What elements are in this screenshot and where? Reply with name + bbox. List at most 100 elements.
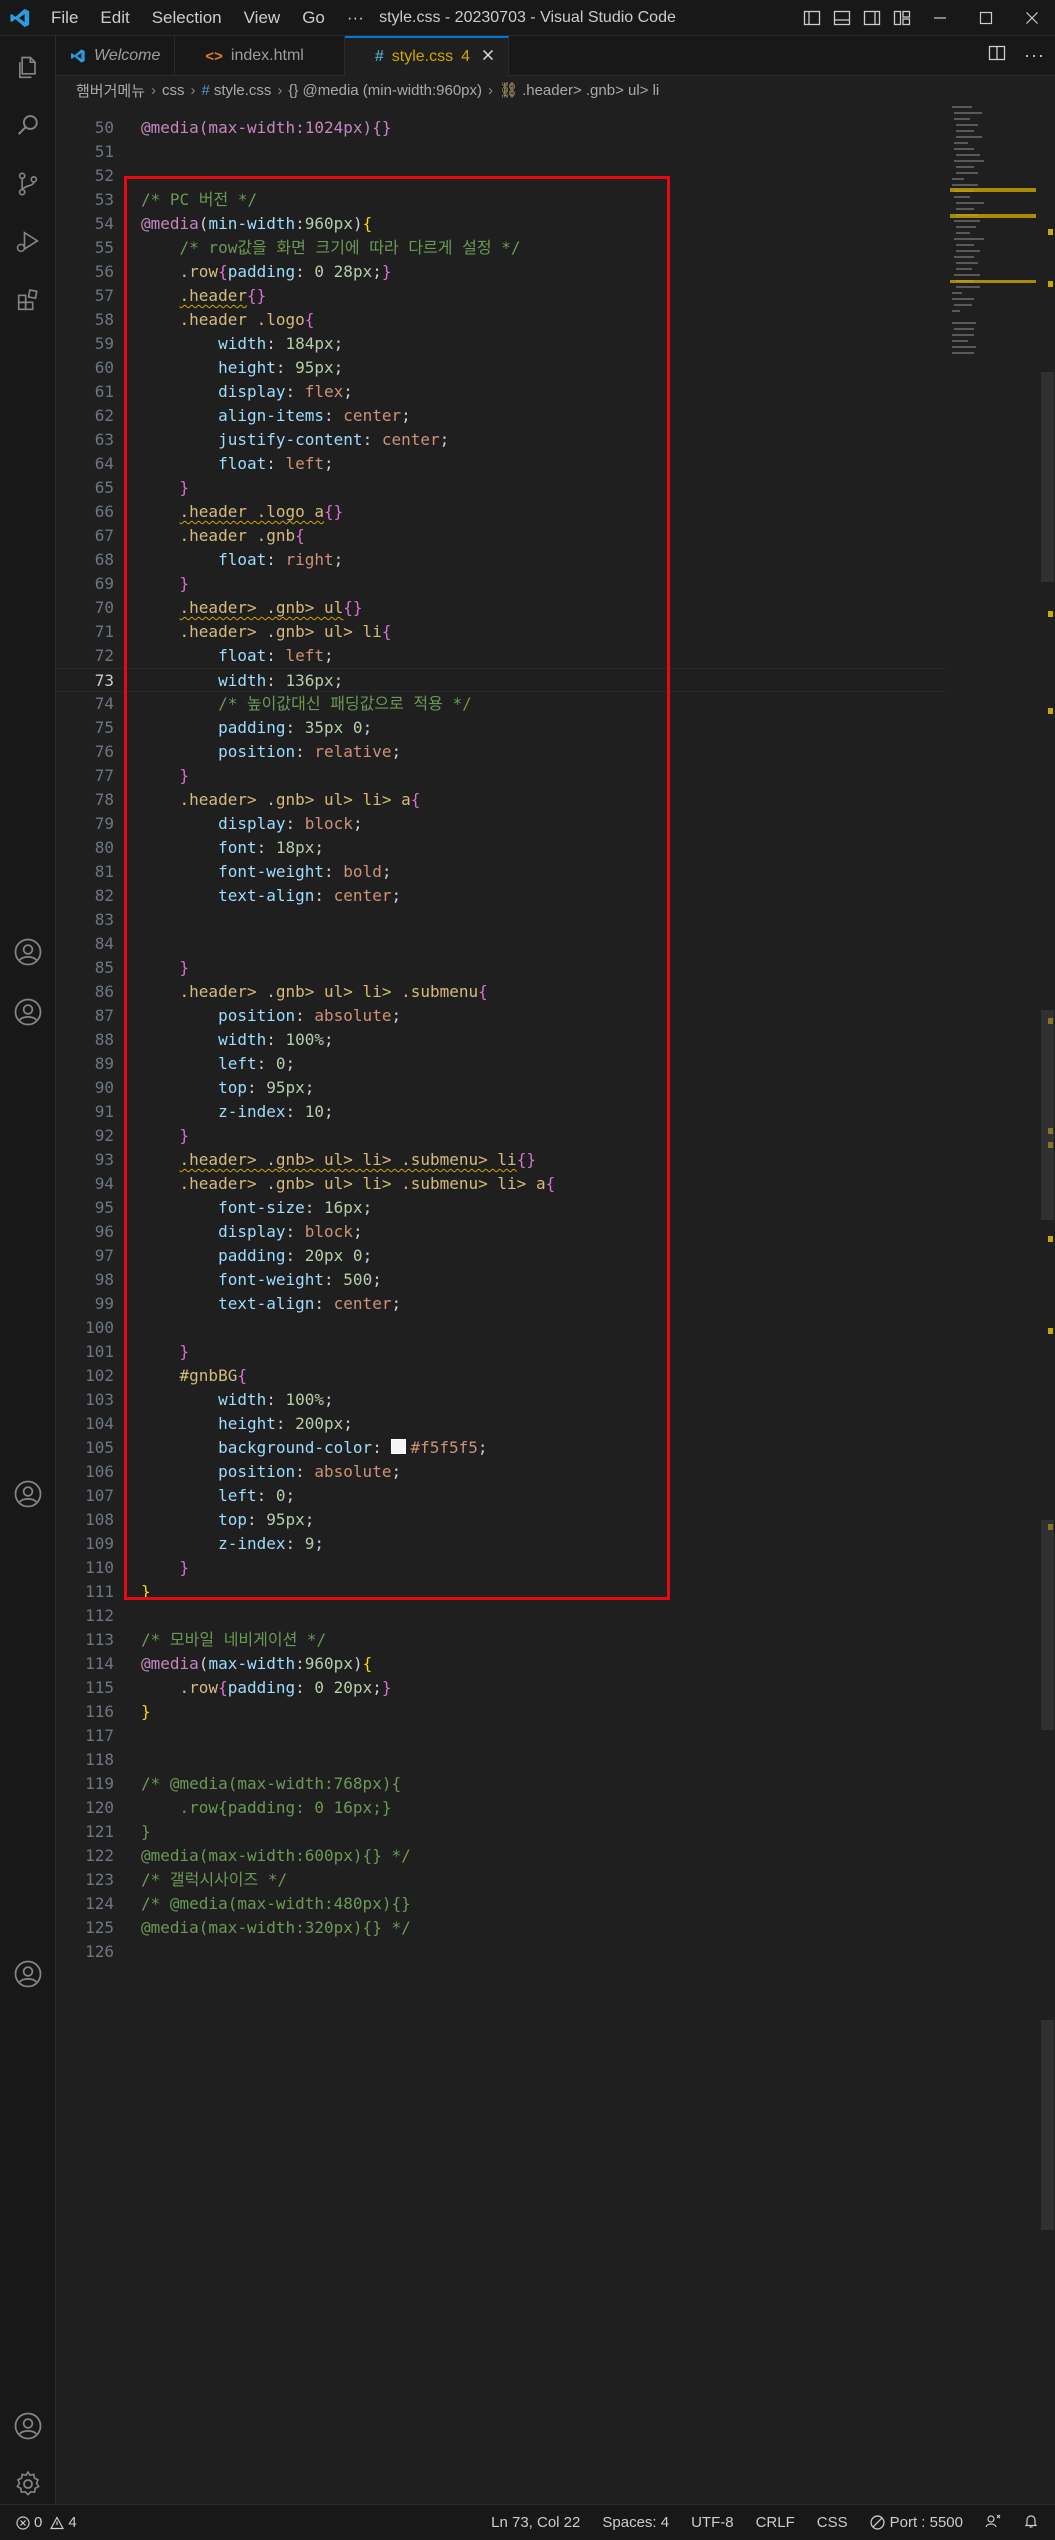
no-entry-icon xyxy=(870,2515,885,2530)
code-editor[interactable]: @media(max-width:1024px){} 50 51 52 53 /*… xyxy=(56,104,1055,2504)
code-line: 111} xyxy=(56,1580,946,1604)
warning-icon xyxy=(50,2515,65,2529)
chevron-right-icon: › xyxy=(488,81,494,99)
customize-layout-icon[interactable] xyxy=(887,0,917,36)
line-number: 73 xyxy=(94,671,114,690)
run-debug-icon[interactable] xyxy=(0,214,56,270)
breadcrumb-css-folder[interactable]: css xyxy=(162,82,185,99)
line-number: 76 xyxy=(94,742,114,761)
code-text: .header{} xyxy=(179,286,267,305)
account-icon[interactable] xyxy=(0,1946,56,2002)
menu-view[interactable]: View xyxy=(233,8,292,28)
line-number: 63 xyxy=(94,430,114,449)
menu-selection[interactable]: Selection xyxy=(141,8,233,28)
line-number: 108 xyxy=(85,1510,114,1529)
code-text: text-align: center; xyxy=(218,1294,402,1313)
code-text: font-weight: 500; xyxy=(218,1270,382,1289)
more-actions-icon[interactable]: ··· xyxy=(1024,45,1045,66)
tab-index-html[interactable]: <> index.html xyxy=(175,36,345,76)
language-mode[interactable]: CSS xyxy=(817,2514,848,2531)
scrollbar-thumb[interactable] xyxy=(1041,1520,1054,1730)
error-icon xyxy=(16,2515,30,2530)
code-line: 107 left: 0; xyxy=(56,1484,946,1508)
account-icon[interactable] xyxy=(0,1466,56,1522)
line-number: 121 xyxy=(85,1822,114,1841)
line-number: 81 xyxy=(94,862,114,881)
notifications-bell-icon[interactable] xyxy=(1023,2513,1039,2533)
breadcrumb: 햄버거메뉴 › css › # style.css › {} @media (m… xyxy=(56,76,1055,104)
color-swatch[interactable] xyxy=(391,1439,407,1454)
line-number: 94 xyxy=(94,1174,114,1193)
vscode-logo-icon[interactable] xyxy=(0,0,40,36)
account-icon[interactable] xyxy=(0,984,56,1040)
code-text: width: 100%; xyxy=(218,1390,334,1409)
tab-welcome[interactable]: Welcome xyxy=(56,36,176,76)
code-text: float: right; xyxy=(218,550,344,569)
maximize-icon[interactable] xyxy=(963,0,1009,36)
scrollbar-thumb[interactable] xyxy=(1041,372,1054,582)
close-window-icon[interactable] xyxy=(1009,0,1055,36)
search-icon[interactable] xyxy=(0,98,56,154)
line-number: 106 xyxy=(85,1462,114,1481)
line-number: 111 xyxy=(85,1582,114,1601)
line-number: 110 xyxy=(85,1558,114,1577)
menu-edit[interactable]: Edit xyxy=(89,8,140,28)
breadcrumb-folder[interactable]: 햄버거메뉴 xyxy=(76,80,145,101)
code-line: 105 background-color: #f5f5f5; xyxy=(56,1436,946,1460)
end-of-line[interactable]: CRLF xyxy=(756,2514,795,2531)
problems-indicator[interactable]: 0 4 xyxy=(0,2514,77,2531)
code-line: 51 xyxy=(56,140,946,164)
editor-tabs: Welcome <> index.html # style.css 4 ··· xyxy=(56,36,1055,76)
code-line: 102 #gnbBG{ xyxy=(56,1364,946,1388)
code-text: } xyxy=(179,478,190,497)
code-line: 124 /* @media(max-width:480px){} xyxy=(56,1892,946,1916)
explorer-icon[interactable] xyxy=(0,40,56,96)
code-text: } xyxy=(179,766,190,785)
breadcrumb-file[interactable]: style.css xyxy=(214,82,272,99)
scrollbar-thumb[interactable] xyxy=(1041,2020,1054,2230)
feedback-icon[interactable] xyxy=(985,2513,1001,2533)
source-control-icon[interactable] xyxy=(0,156,56,212)
code-line: 66 .header .logo a{} xyxy=(56,500,946,524)
code-line: 63 justify-content: center; xyxy=(56,428,946,452)
toggle-panel-icon[interactable] xyxy=(827,0,857,36)
line-number: 65 xyxy=(94,478,114,497)
warning-marker xyxy=(1048,1236,1053,1242)
cursor-position[interactable]: Ln 73, Col 22 xyxy=(491,2514,580,2531)
live-server-port[interactable]: Port : 5500 xyxy=(870,2514,963,2531)
line-number: 64 xyxy=(94,454,114,473)
code-text: height: 95px; xyxy=(218,358,344,377)
menu-more[interactable]: ··· xyxy=(336,8,375,28)
split-editor-icon[interactable] xyxy=(988,44,1006,67)
minimize-icon[interactable] xyxy=(917,0,963,36)
code-text: @media(max-width:600px){} */ xyxy=(141,1846,411,1865)
extensions-icon[interactable] xyxy=(0,272,56,328)
code-text: width: 100%; xyxy=(218,1030,334,1049)
code-text: font-weight: bold; xyxy=(218,862,392,881)
scrollbar-thumb[interactable] xyxy=(1041,1010,1054,1220)
close-tab-icon[interactable] xyxy=(482,48,494,66)
code-line: 81 font-weight: bold; xyxy=(56,860,946,884)
line-number: 95 xyxy=(94,1198,114,1217)
menu-file[interactable]: File xyxy=(40,8,89,28)
code-line: 69 } xyxy=(56,572,946,596)
tab-style-css[interactable]: # style.css 4 xyxy=(344,36,509,76)
indentation[interactable]: Spaces: 4 xyxy=(602,2514,669,2531)
menu-go[interactable]: Go xyxy=(291,8,336,28)
title-bar: File Edit Selection View Go ··· style.cs… xyxy=(0,0,1055,36)
code-line: 60 height: 95px; xyxy=(56,356,946,380)
toggle-primary-sidebar-icon[interactable] xyxy=(797,0,827,36)
tab-label: index.html xyxy=(230,47,304,64)
code-text: } xyxy=(179,958,190,977)
account-icon[interactable] xyxy=(0,924,56,980)
warning-count: 4 xyxy=(68,2514,77,2531)
code-line: 85 } xyxy=(56,956,946,980)
line-number: 58 xyxy=(94,310,114,329)
breadcrumb-media-query[interactable]: {} @media (min-width:960px) xyxy=(288,82,482,99)
minimap[interactable] xyxy=(950,104,1040,364)
account-icon[interactable] xyxy=(0,2398,56,2454)
toggle-secondary-sidebar-icon[interactable] xyxy=(857,0,887,36)
code-text: @media(max-width:320px){} */ xyxy=(141,1918,411,1937)
encoding[interactable]: UTF-8 xyxy=(691,2514,734,2531)
breadcrumb-selector[interactable]: .header> .gnb> ul> li xyxy=(522,82,659,99)
